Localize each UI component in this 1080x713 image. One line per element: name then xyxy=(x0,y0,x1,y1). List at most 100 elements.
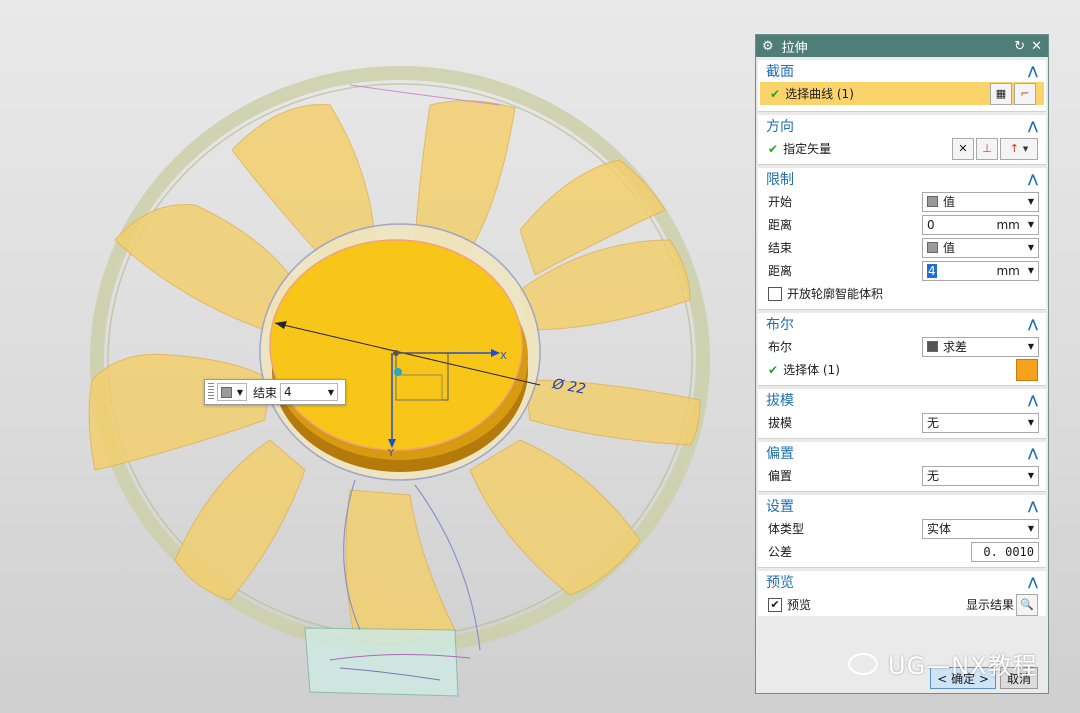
body-type-dropdown[interactable]: 实体 ▼ xyxy=(922,518,1039,539)
boolean-dropdown[interactable]: 求差 ▼ xyxy=(922,336,1039,357)
open-profile-checkbox[interactable] xyxy=(768,286,782,301)
wechat-icon xyxy=(848,652,878,675)
axis-x-label: X xyxy=(500,351,507,362)
draft-header[interactable]: 拔模 ⋀ xyxy=(758,389,1046,411)
float-end-value[interactable]: 4 ▼ xyxy=(280,383,339,401)
select-curve-label: 选择曲线 (1) xyxy=(785,87,854,101)
dialog-title: 拉伸 xyxy=(781,40,808,56)
offset-header-label: 偏置 xyxy=(766,446,794,462)
drag-handle[interactable] xyxy=(208,383,214,401)
distance1-input[interactable]: 0 mm ▼ xyxy=(922,214,1039,235)
cube-icon xyxy=(927,242,938,253)
distance2-input[interactable]: 4 mm ▼ xyxy=(922,260,1039,281)
direction-header-label: 方向 xyxy=(766,119,794,135)
dialog-titlebar[interactable]: ⚙ 拉伸 ↻ ✕ xyxy=(756,35,1048,57)
settings-panel: 设置 ⋀ 体类型 实体 ▼ 公差 0. 0010 xyxy=(758,495,1046,568)
collapse-icon[interactable]: ⋀ xyxy=(1028,172,1038,186)
vector-type-dropdown[interactable]: ↑ ▼ xyxy=(1000,137,1038,160)
collapse-icon[interactable]: ⋀ xyxy=(1028,499,1038,513)
offset-dropdown[interactable]: 无 ▼ xyxy=(922,465,1039,486)
specify-vector-label: 指定矢量 xyxy=(783,142,832,156)
solid-body-icon[interactable] xyxy=(1016,358,1038,381)
limits-panel: 限制 ⋀ 开始 值 ▼ 距离 0 mm ▼ 结束 值 ▼ 距离 4 mm ▼ 开放轮廓智能体积 xyxy=(758,168,1046,310)
chevron-down-icon: ▼ xyxy=(1027,418,1034,427)
preview-row: ✔ 预览 显示结果 🔍 xyxy=(758,593,1046,616)
collapse-icon[interactable]: ⋀ xyxy=(1028,446,1038,460)
offset-row: 偏置 无 ▼ xyxy=(758,464,1046,487)
body-type-value: 实体 xyxy=(927,522,952,536)
cube-icon xyxy=(221,386,232,398)
close-icon[interactable]: ✕ xyxy=(1031,39,1042,54)
end-dropdown[interactable]: 值 ▼ xyxy=(922,237,1039,258)
fan-model[interactable]: X Y Ø 22 xyxy=(0,0,750,713)
reset-icon[interactable]: ↻ xyxy=(1014,39,1025,54)
subtract-icon xyxy=(927,341,938,352)
body-type-row: 体类型 实体 ▼ xyxy=(758,517,1046,540)
extrude-dialog: ⚙ 拉伸 ↻ ✕ 截面 ⋀ ✔ 选择曲线 (1) ▦ ⌐ 方向 ⋀ ✔ 指定矢量 ✕… xyxy=(755,34,1049,694)
draft-panel: 拔模 ⋀ 拔模 无 ▼ xyxy=(758,389,1046,439)
preview-panel: 预览 ⋀ ✔ 预览 显示结果 🔍 xyxy=(758,571,1046,616)
distance1-unit: mm xyxy=(996,217,1020,232)
select-body-row[interactable]: ✔ 选择体 (1) xyxy=(758,358,1046,381)
end-value: 值 xyxy=(943,241,956,255)
distance2-value: 4 xyxy=(927,263,937,278)
specify-vector-row[interactable]: ✔ 指定矢量 ✕ ⊥ ↑ ▼ xyxy=(758,137,1046,160)
axis-y-label: Y xyxy=(387,448,395,459)
chevron-down-icon: ▼ xyxy=(327,387,335,397)
end-row: 结束 值 ▼ xyxy=(758,236,1046,259)
watermark: UG—NX教程 xyxy=(848,646,1038,681)
check-icon: ✔ xyxy=(770,86,781,101)
watermark-text: UG—NX教程 xyxy=(888,652,1038,680)
distance1-row: 距离 0 mm ▼ xyxy=(758,213,1046,236)
search-icon[interactable]: 🔍 xyxy=(1016,593,1038,616)
float-type-dropdown[interactable]: ▼ xyxy=(217,383,247,401)
draft-value: 无 xyxy=(927,416,940,430)
chevron-down-icon: ▼ xyxy=(1027,471,1034,480)
tolerance-row: 公差 0. 0010 xyxy=(758,540,1046,563)
collapse-icon[interactable]: ⋀ xyxy=(1028,575,1038,589)
chevron-down-icon: ▼ xyxy=(1027,342,1034,351)
boolean-header[interactable]: 布尔 ⋀ xyxy=(758,313,1046,335)
preview-checkbox[interactable]: ✔ xyxy=(768,597,782,612)
distance2-unit: mm xyxy=(996,263,1020,278)
chevron-down-icon: ▼ xyxy=(1027,243,1034,252)
settings-header-label: 设置 xyxy=(766,499,794,515)
gear-icon[interactable]: ⚙ xyxy=(762,39,774,54)
collapse-icon[interactable]: ⋀ xyxy=(1028,393,1038,407)
floating-end-input: ▼ 结束 4 ▼ xyxy=(204,379,346,405)
preview-header[interactable]: 预览 ⋀ xyxy=(758,571,1046,593)
collapse-icon[interactable]: ⋀ xyxy=(1028,64,1038,78)
collapse-icon[interactable]: ⋀ xyxy=(1028,317,1038,331)
open-profile-row[interactable]: 开放轮廓智能体积 xyxy=(758,282,1046,305)
start-row: 开始 值 ▼ xyxy=(758,190,1046,213)
collapse-icon[interactable]: ⋀ xyxy=(1028,119,1038,133)
section-header-label: 截面 xyxy=(766,64,794,80)
chevron-down-icon: ▼ xyxy=(1027,266,1034,275)
select-curve-row[interactable]: ✔ 选择曲线 (1) ▦ ⌐ xyxy=(760,82,1044,105)
chevron-down-icon: ▼ xyxy=(1027,197,1034,206)
graphics-viewport[interactable]: X Y Ø 22 ▼ 结束 4 ▼ xyxy=(0,0,750,713)
limits-header-label: 限制 xyxy=(766,172,794,188)
draft-dropdown[interactable]: 无 ▼ xyxy=(922,412,1039,433)
offset-header[interactable]: 偏置 ⋀ xyxy=(758,442,1046,464)
sketch-section-icon[interactable]: ▦ xyxy=(990,82,1012,105)
section-panel: 截面 ⋀ ✔ 选择曲线 (1) ▦ ⌐ xyxy=(758,60,1046,112)
cube-icon xyxy=(927,196,938,207)
direction-panel: 方向 ⋀ ✔ 指定矢量 ✕ ⊥ ↑ ▼ xyxy=(758,115,1046,165)
limits-header[interactable]: 限制 ⋀ xyxy=(758,168,1046,190)
chevron-down-icon: ▼ xyxy=(1027,220,1034,229)
start-dropdown[interactable]: 值 ▼ xyxy=(922,191,1039,212)
draft-header-label: 拔模 xyxy=(766,393,794,409)
section-header[interactable]: 截面 ⋀ xyxy=(758,60,1046,82)
float-end-label: 结束 xyxy=(253,385,278,400)
settings-header[interactable]: 设置 ⋀ xyxy=(758,495,1046,517)
distance2-row: 距离 4 mm ▼ xyxy=(758,259,1046,282)
reverse-direction-icon[interactable]: ✕ xyxy=(952,137,974,160)
tolerance-input[interactable]: 0. 0010 xyxy=(971,541,1039,562)
check-icon: ✔ xyxy=(768,141,779,156)
curve-icon[interactable]: ⌐ xyxy=(1014,82,1036,105)
vector-dialog-icon[interactable]: ⊥ xyxy=(976,137,998,160)
chevron-down-icon: ▼ xyxy=(1027,524,1034,533)
direction-header[interactable]: 方向 ⋀ xyxy=(758,115,1046,137)
boolean-header-label: 布尔 xyxy=(766,317,794,333)
